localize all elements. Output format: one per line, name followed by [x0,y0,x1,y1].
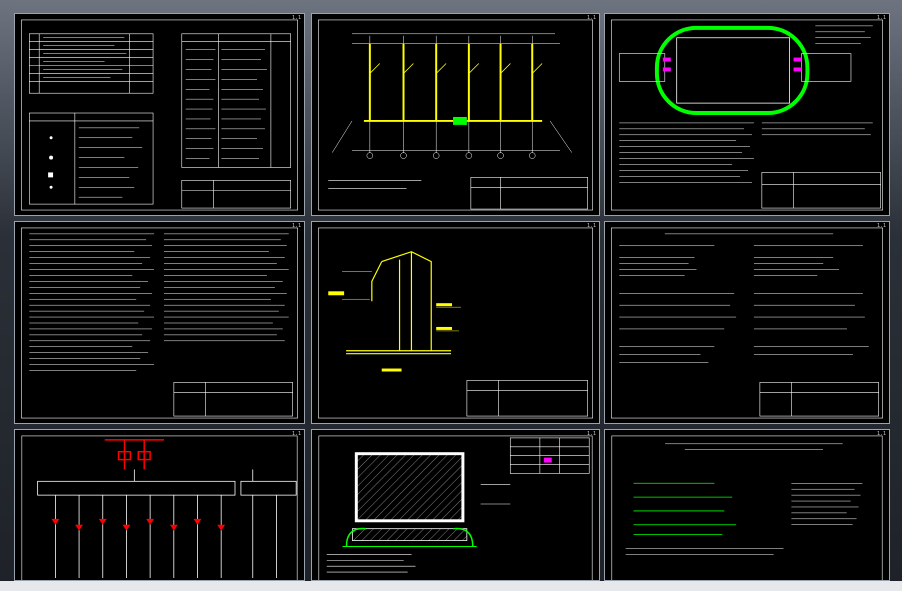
sheet-number: 1.1 [586,431,596,437]
sheet-thumbnail[interactable]: 1.1 [14,429,305,581]
sheet-8-drawing [318,435,593,580]
sheet-thumbnail[interactable]: 1.1 [604,221,890,424]
sheet-number: 1.1 [291,223,301,229]
sheet-thumbnail[interactable]: 1.1 [604,13,890,216]
status-strip [0,581,902,591]
sheet-number: 1.1 [876,223,886,229]
sheet-number: 1.1 [876,431,886,437]
sheet-thumbnail[interactable]: 1.1 [311,429,600,581]
sheet-thumbnail[interactable]: 1.1 [14,221,305,424]
sheet-thumbnail[interactable]: 1.1 [14,13,305,216]
sheet-number: 1.1 [291,431,301,437]
sheet-number: 1.1 [586,15,596,21]
sheet-3-drawing [611,19,883,211]
sheet-9-drawing [611,435,883,580]
sheet-thumbnail[interactable]: 1.1 [604,429,890,581]
sheet-thumbnail[interactable]: 1.1 [311,221,600,424]
sheet-number: 1.1 [876,15,886,21]
sheet-7-drawing [21,435,298,580]
sheet-5-drawing [318,227,593,419]
sheet-2-drawing [318,19,593,211]
sheet-number: 1.1 [586,223,596,229]
sheet-1-drawing [21,19,298,211]
sheet-thumbnail[interactable]: 1.1 [311,13,600,216]
sheet-4-drawing [21,227,298,419]
drawing-viewer: 1.1 1.1 1.1 1.1 1.1 1.1 1.1 1.1 1.1 [0,0,902,591]
sheet-number: 1.1 [291,15,301,21]
sheet-6-drawing [611,227,883,419]
